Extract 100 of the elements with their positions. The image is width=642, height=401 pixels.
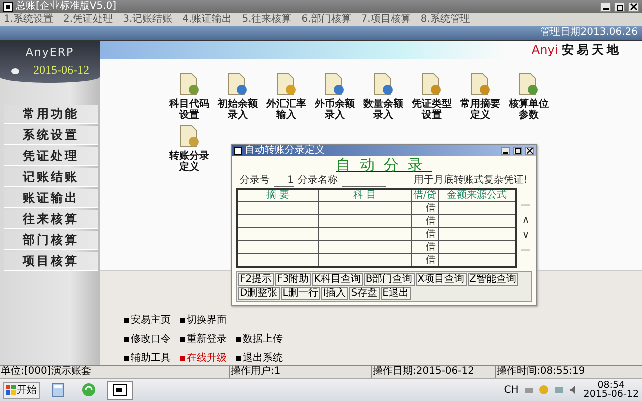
- toolbar-button[interactable]: B部门查询: [364, 273, 415, 286]
- link[interactable]: 辅助工具: [124, 351, 171, 365]
- table-cell[interactable]: [318, 228, 412, 240]
- dialog-title: 自动转账分录定义: [245, 146, 325, 156]
- shortcut-button[interactable]: 常用摘要定义: [457, 73, 504, 121]
- link[interactable]: 修改口令: [124, 332, 171, 346]
- login-date: 2015-06-12: [34, 63, 90, 78]
- toolbar-button[interactable]: K科目查询: [312, 273, 363, 286]
- toolbar-button[interactable]: D删整张: [238, 287, 280, 300]
- toolbar-button[interactable]: F3附助: [275, 273, 312, 286]
- close-button[interactable]: [628, 2, 639, 12]
- minimize-button[interactable]: [501, 146, 510, 154]
- maximize-button[interactable]: [513, 146, 522, 154]
- column-header: 科 目: [318, 189, 412, 202]
- menu-item[interactable]: 8.系统管理: [420, 14, 470, 24]
- restore-icon: [616, 2, 624, 10]
- close-icon: [630, 2, 638, 10]
- column-header: 借/贷: [412, 189, 438, 202]
- field-label: 分录号: [240, 175, 270, 186]
- nav-arrow-button[interactable]: —: [520, 200, 532, 210]
- document-icon: [276, 73, 298, 97]
- nav-button[interactable]: 记账结账: [4, 168, 98, 187]
- shortcut-button[interactable]: 转账分录定义: [166, 125, 213, 173]
- link[interactable]: 退出系统: [236, 351, 283, 365]
- language-indicator[interactable]: CH: [504, 384, 519, 396]
- dialog-heading: 自动分录: [335, 156, 433, 174]
- toolbar-button[interactable]: S存盘: [349, 287, 380, 300]
- shortcut-button[interactable]: 数量余额录入: [360, 73, 407, 121]
- nav-arrow-button[interactable]: —: [520, 246, 532, 256]
- link[interactable]: 在线升级: [180, 351, 227, 365]
- menu-item[interactable]: 2.凭证处理: [64, 14, 114, 24]
- column-header: 金额来源公式: [438, 189, 516, 202]
- document-icon: [372, 73, 394, 97]
- table-cell[interactable]: 借: [412, 202, 438, 214]
- nav-arrow-button[interactable]: ∧: [520, 216, 532, 226]
- restore-button[interactable]: [614, 2, 625, 12]
- table-cell[interactable]: [237, 240, 318, 254]
- note-text: 用于月底转账式复杂凭证!: [414, 175, 528, 186]
- close-button[interactable]: [525, 146, 534, 154]
- calculator-icon: [52, 383, 64, 397]
- shortcut-button[interactable]: 初始余额录入: [214, 73, 262, 121]
- status-cell-text: 操作时间:08:55:19: [496, 366, 586, 378]
- nav-button[interactable]: 部门核算: [4, 231, 98, 250]
- windows-logo-icon: [6, 385, 16, 395]
- table-cell[interactable]: [237, 228, 318, 240]
- document-icon: [470, 73, 492, 97]
- toolbar-button[interactable]: L删一行: [280, 287, 320, 300]
- window-icon: [113, 384, 127, 396]
- menu-item[interactable]: 6.部门核算: [302, 14, 352, 24]
- table-cell[interactable]: 借: [412, 214, 438, 228]
- entry-number-field[interactable]: 1: [274, 174, 294, 186]
- taskbar-app-button[interactable]: [107, 380, 133, 400]
- shortcut-button[interactable]: 核算单位参数: [506, 73, 552, 121]
- link[interactable]: 安易主页: [124, 313, 171, 327]
- nav-button[interactable]: 账证输出: [4, 189, 98, 208]
- table-cell[interactable]: [318, 202, 412, 214]
- link[interactable]: 切换界面: [180, 313, 227, 327]
- table-cell[interactable]: [318, 214, 412, 228]
- minimize-icon: [602, 8, 608, 10]
- start-button[interactable]: 开始: [3, 382, 40, 398]
- shortcut-button[interactable]: 外币余额录入: [312, 73, 358, 121]
- document-icon: [324, 73, 346, 97]
- menu-item[interactable]: 7.项目核算: [361, 14, 411, 24]
- logo: Anyi 安易天地: [532, 42, 622, 58]
- menu-item[interactable]: 4.账证输出: [182, 14, 232, 24]
- menu-item[interactable]: 3.记账结账: [123, 14, 173, 24]
- menu-item[interactable]: 1.系统设置: [4, 14, 54, 24]
- nav-arrow-button[interactable]: ∨: [520, 230, 532, 240]
- nav-button[interactable]: 往来核算: [4, 210, 98, 229]
- nav-button[interactable]: 凭证处理: [4, 147, 98, 166]
- document-icon: [227, 73, 249, 97]
- table-cell[interactable]: 借: [412, 228, 438, 240]
- toolbar-button[interactable]: E退出: [380, 287, 411, 300]
- toolbar-button[interactable]: I插入: [321, 287, 348, 300]
- toolbar-button[interactable]: Z智能查询: [468, 273, 518, 286]
- table-cell[interactable]: 借: [412, 240, 438, 254]
- maximize-icon: [514, 148, 520, 154]
- close-icon: [526, 148, 532, 154]
- link[interactable]: 重新登录: [180, 332, 227, 346]
- minimize-button[interactable]: [600, 2, 611, 12]
- nav-button[interactable]: 系统设置: [4, 126, 98, 145]
- toolbar-button[interactable]: X项目查询: [416, 273, 467, 286]
- toolbar-button[interactable]: F2提示: [238, 273, 274, 286]
- date-info: 管理日期2013.06.26: [540, 28, 638, 38]
- brand-name: AnyERP: [26, 46, 74, 59]
- table-cell[interactable]: [318, 240, 412, 254]
- table-cell[interactable]: [237, 214, 318, 228]
- shortcut-button[interactable]: 外汇汇率输入: [263, 73, 310, 121]
- nav-button[interactable]: 项目核算: [4, 252, 98, 271]
- shortcut-button[interactable]: 科目代码设置: [166, 73, 213, 121]
- minimize-icon: [503, 152, 508, 154]
- shortcut-button[interactable]: 凭证类型设置: [408, 73, 456, 121]
- menu-item[interactable]: 5.往来核算: [242, 14, 292, 24]
- nav-button[interactable]: 常用功能: [4, 105, 98, 124]
- table-cell[interactable]: [237, 202, 318, 214]
- link[interactable]: 数据上传: [236, 332, 283, 346]
- document-icon: [421, 73, 443, 97]
- field-label: 分录名称: [298, 175, 338, 186]
- refresh-icon: [82, 383, 96, 397]
- clock[interactable]: 08:54 2015-06-12: [584, 380, 639, 400]
